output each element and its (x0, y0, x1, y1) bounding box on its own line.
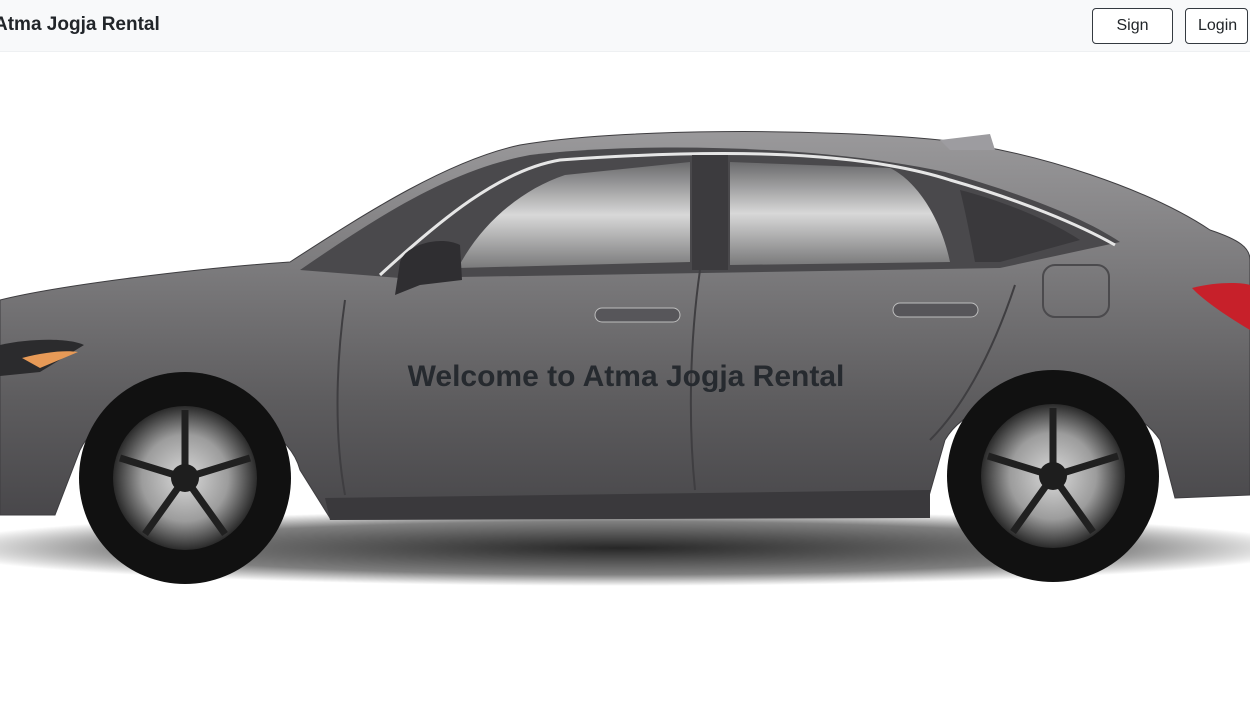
navbar: Atma Jogja Rental Sign Up Login (0, 0, 1250, 68)
signup-button[interactable]: Sign Up (1092, 8, 1173, 68)
hero-section: Welcome to Atma Jogja Rental (0, 52, 1250, 701)
welcome-text: Welcome to Atma Jogja Rental (407, 360, 845, 394)
welcome-heading: Welcome to Atma Jogja Rental (0, 360, 1250, 394)
login-button[interactable]: Login (1185, 8, 1248, 44)
brand-title[interactable]: Atma Jogja Rental (0, 14, 160, 36)
